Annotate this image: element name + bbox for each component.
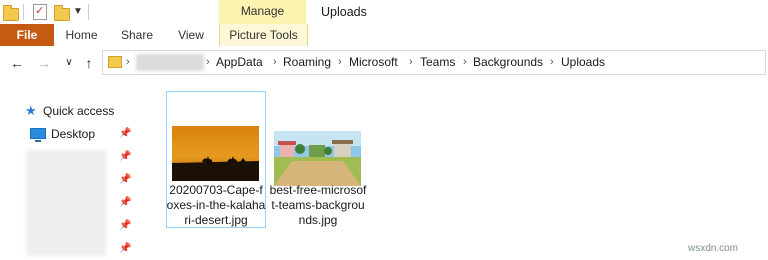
new-folder-icon[interactable] — [54, 5, 70, 21]
watermark-text: wsxdn.com — [688, 243, 739, 254]
breadcrumb-uploads[interactable]: Uploads — [561, 50, 605, 75]
qat-divider — [88, 4, 89, 20]
qat-divider — [23, 4, 24, 20]
breadcrumb-separator-icon[interactable]: › — [338, 50, 342, 75]
breadcrumb-separator-icon[interactable]: › — [273, 50, 277, 75]
pin-icon[interactable]: 📌 — [119, 128, 131, 139]
breadcrumb-separator-icon[interactable]: › — [409, 50, 413, 75]
file-name[interactable]: best-free-microsoft-teams-backgrounds.jp… — [268, 183, 368, 228]
redacted-nav-items[interactable] — [26, 150, 106, 256]
tab-share[interactable]: Share — [109, 24, 165, 46]
pin-icon[interactable]: 📌 — [119, 197, 131, 208]
forward-arrow-icon[interactable]: → — [36, 52, 52, 74]
nav-item-desktop[interactable]: Desktop — [51, 127, 95, 141]
folder-icon — [108, 56, 122, 68]
breadcrumb-backgrounds[interactable]: Backgrounds — [473, 50, 543, 75]
up-arrow-icon[interactable]: ↑ — [81, 52, 97, 74]
breadcrumb-separator-icon[interactable]: › — [550, 50, 554, 75]
nav-item-quick-access[interactable]: Quick access — [43, 104, 114, 118]
pin-icon[interactable]: 📌 — [119, 243, 131, 254]
manage-context-group: Manage — [219, 0, 306, 24]
pin-icon[interactable]: 📌 — [119, 220, 131, 231]
tab-view[interactable]: View — [165, 24, 217, 46]
back-arrow-icon[interactable]: ← — [9, 52, 25, 74]
properties-icon[interactable] — [33, 4, 47, 20]
breadcrumb-teams[interactable]: Teams — [420, 50, 455, 75]
window-title: Uploads — [321, 5, 367, 19]
pin-icon[interactable]: 📌 — [119, 174, 131, 185]
tab-home[interactable]: Home — [54, 24, 109, 46]
image-thumbnail[interactable] — [274, 131, 361, 186]
file-name[interactable]: 20200703-Cape-foxes-in-the-kalahari-dese… — [166, 183, 266, 228]
breadcrumb-separator-icon[interactable]: › — [126, 50, 130, 75]
image-thumbnail[interactable] — [172, 126, 259, 181]
breadcrumb-roaming[interactable]: Roaming — [283, 50, 331, 75]
breadcrumb-redacted[interactable] — [136, 54, 204, 71]
breadcrumb-separator-icon[interactable]: › — [463, 50, 467, 75]
tab-picture-tools[interactable]: Picture Tools — [219, 24, 308, 46]
recent-locations-chevron-icon[interactable]: ∨ — [61, 52, 77, 74]
star-icon: ★ — [25, 103, 37, 118]
pin-icon[interactable]: 📌 — [119, 151, 131, 162]
tab-file[interactable]: File — [0, 24, 54, 46]
breadcrumb-separator-icon[interactable]: › — [206, 50, 210, 75]
breadcrumb-appdata[interactable]: AppData — [216, 50, 263, 75]
folder-icon[interactable] — [3, 5, 19, 21]
breadcrumb-microsoft[interactable]: Microsoft — [349, 50, 398, 75]
title-bar — [0, 0, 768, 24]
customize-toolbar-dropdown-icon[interactable]: ▼ — [73, 6, 83, 17]
desktop-monitor-icon — [30, 128, 46, 142]
